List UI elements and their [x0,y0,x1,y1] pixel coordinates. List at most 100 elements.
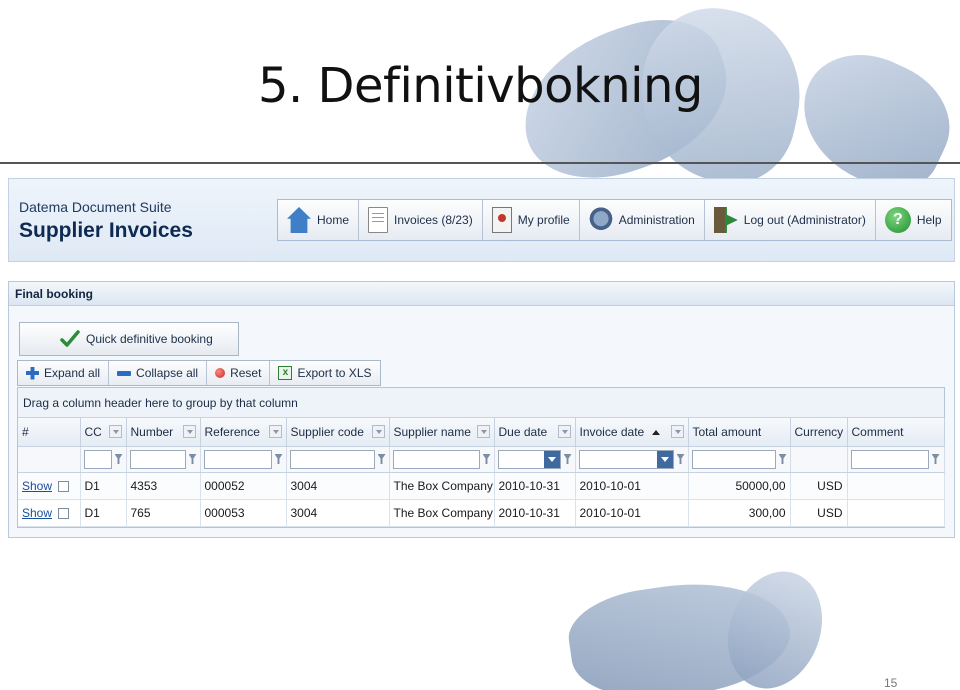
nav-home[interactable]: Home [278,200,360,240]
column-header-cc[interactable]: CC [80,418,127,447]
filter-input[interactable] [129,449,186,469]
comment-cell [847,472,945,500]
table-row[interactable]: Show D1 4353 000052 3004 The Box Company… [18,472,945,500]
column-header-supplier-code[interactable]: Supplier code [286,418,390,447]
filter-cell-number [126,446,201,473]
column-header-invoice-date[interactable]: Invoice date [575,418,689,447]
nav-invoices[interactable]: Invoices (8/23) [359,200,483,240]
filter-icon[interactable] [274,454,283,464]
number-cell: 765 [126,499,201,527]
column-menu-icon[interactable] [670,425,684,438]
logout-icon [713,207,738,233]
minus-icon [117,370,132,376]
nav-log-out[interactable]: Log out (Administrator) [705,200,876,240]
invoice-date-cell: 2010-10-01 [575,499,689,527]
filter-input[interactable] [691,449,776,469]
reset-button[interactable]: Reset [207,361,271,385]
supplier-name-cell: The Box Company [389,499,495,527]
filter-input[interactable] [850,449,929,469]
final-booking-panel: Final booking Quick definitive booking E… [8,281,955,538]
filter-cell-due-date [494,446,576,473]
filter-input[interactable] [83,449,112,469]
table-row[interactable]: Show D1 765 000053 3004 The Box Company … [18,499,945,527]
date-filter-input[interactable] [578,449,674,469]
column-menu-icon[interactable] [108,425,122,438]
title-divider [0,162,960,164]
calendar-dropdown-icon[interactable] [656,450,673,468]
column-menu-icon[interactable] [557,425,571,438]
column-header-comment[interactable]: Comment [847,418,945,447]
collapse-all-label: Collapse all [136,366,199,380]
cc-cell: D1 [80,472,127,500]
app-name: Supplier Invoices [19,219,193,242]
suite-name: Datema Document Suite [19,199,172,215]
filter-cell-comment [847,446,945,473]
filter-row [18,446,945,473]
filter-icon[interactable] [114,454,123,464]
filter-icon[interactable] [482,454,491,464]
nav-invoices-label: Invoices (8/23) [394,213,473,227]
main-nav: Home Invoices (8/23) My profile Administ… [277,199,952,241]
column-header-number[interactable]: Number [126,418,201,447]
help-icon: ? [884,207,911,233]
filter-icon[interactable] [676,454,685,464]
row-checkbox[interactable] [58,507,70,519]
filter-cell-empty [18,446,81,473]
filter-icon[interactable] [931,454,940,464]
supplier-name-cell: The Box Company [389,472,495,500]
filter-cell-reference [200,446,287,473]
excel-icon: x [278,366,293,380]
column-header-currency[interactable]: Currency [790,418,848,447]
calendar-dropdown-icon[interactable] [543,450,560,468]
number-cell: 4353 [126,472,201,500]
column-header-supplier-name[interactable]: Supplier name [389,418,495,447]
admin-icon [588,207,613,233]
action-cell: Show [18,499,81,527]
reference-cell: 000052 [200,472,287,500]
filter-icon[interactable] [377,454,386,464]
filter-input[interactable] [203,449,272,469]
filter-cell-cc [80,446,127,473]
collapse-all-button[interactable]: Collapse all [109,361,208,385]
app-header: Datema Document Suite Supplier Invoices … [8,178,955,262]
filter-icon[interactable] [188,454,197,464]
quick-definitive-booking-button[interactable]: Quick definitive booking [19,322,239,356]
column-menu-icon[interactable] [182,425,196,438]
header-row: # CC Number Reference Supplier code Supp… [18,418,945,447]
nav-my-profile[interactable]: My profile [483,200,580,240]
show-link[interactable]: Show [22,479,52,493]
date-filter-input[interactable] [497,449,561,469]
expand-all-label: Expand all [44,366,101,380]
quick-booking-label: Quick definitive booking [86,332,213,346]
column-header-total-amount[interactable]: Total amount [688,418,791,447]
reset-icon [215,368,226,378]
total-amount-cell: 50000,00 [688,472,791,500]
row-checkbox[interactable] [58,480,70,492]
filter-input[interactable] [392,449,480,469]
show-link[interactable]: Show [22,506,52,520]
column-menu-icon[interactable] [268,425,282,438]
currency-cell: USD [790,472,848,500]
filter-icon[interactable] [563,454,572,464]
group-by-drop-zone[interactable]: Drag a column header here to group by th… [18,388,944,418]
checkmark-icon [60,330,80,347]
nav-administration[interactable]: Administration [580,200,705,240]
export-xls-button[interactable]: x Export to XLS [270,361,379,385]
expand-all-button[interactable]: Expand all [18,361,110,385]
column-header-index[interactable]: # [18,418,81,447]
total-amount-cell: 300,00 [688,499,791,527]
column-menu-icon[interactable] [476,425,490,438]
filter-icon[interactable] [778,454,787,464]
due-date-cell: 2010-10-31 [494,499,576,527]
invoice-grid: Drag a column header here to group by th… [17,387,945,528]
column-header-due-date[interactable]: Due date [494,418,576,447]
filter-cell-empty [790,446,848,473]
supplier-code-cell: 3004 [286,472,390,500]
column-header-reference[interactable]: Reference [200,418,287,447]
nav-help[interactable]: ? Help [876,200,951,240]
filter-input[interactable] [289,449,375,469]
column-menu-icon[interactable] [371,425,385,438]
due-date-cell: 2010-10-31 [494,472,576,500]
app-window: Datema Document Suite Supplier Invoices … [8,178,955,538]
nav-home-label: Home [317,213,350,227]
